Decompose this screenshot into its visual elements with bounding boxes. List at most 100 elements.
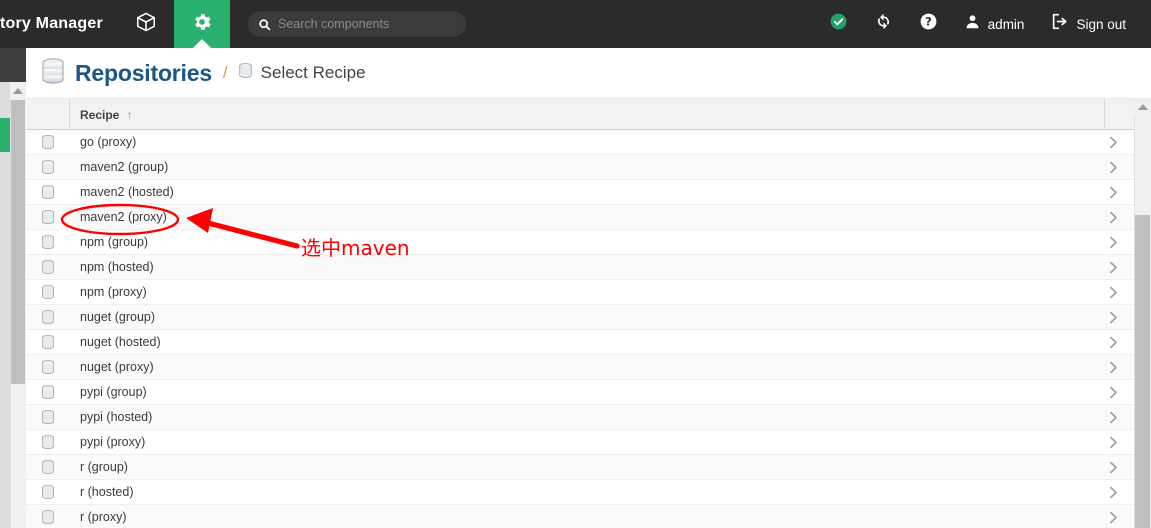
recipe-name: nuget (hosted) xyxy=(80,335,161,349)
database-icon xyxy=(26,384,70,400)
sign-out-label: Sign out xyxy=(1076,16,1126,32)
recipe-table: Recipe ↑ go (proxy) maven2 (group) maven2 … xyxy=(26,98,1151,528)
recipe-name: r (hosted) xyxy=(80,485,134,499)
recipe-name: nuget (proxy) xyxy=(80,360,154,374)
table-header-row: Recipe ↑ xyxy=(26,98,1151,130)
recipe-name: go (proxy) xyxy=(80,135,137,149)
database-icon xyxy=(26,459,70,475)
search-components-field[interactable]: Search components xyxy=(248,11,466,37)
chevron-right-icon[interactable] xyxy=(1096,330,1130,355)
refresh-icon xyxy=(874,12,893,36)
left-dark-stub xyxy=(0,48,26,82)
table-row[interactable]: nuget (hosted) xyxy=(26,330,1134,355)
app-brand-title: tory Manager xyxy=(0,15,103,32)
database-icon xyxy=(26,159,70,175)
table-row[interactable]: maven2 (group) xyxy=(26,155,1134,180)
refresh-button[interactable] xyxy=(861,0,906,48)
breadcrumb: Repositories / Select Recipe xyxy=(26,48,1151,98)
chevron-right-icon[interactable] xyxy=(1096,130,1130,155)
gear-icon xyxy=(191,11,213,38)
column-header-recipe-label: Recipe xyxy=(80,107,120,122)
chevron-right-icon[interactable] xyxy=(1096,480,1130,505)
breadcrumb-leaf: Select Recipe xyxy=(260,63,366,82)
chevron-right-icon[interactable] xyxy=(1096,430,1130,455)
recipe-name: pypi (group) xyxy=(80,385,147,399)
database-icon xyxy=(26,409,70,425)
database-icon xyxy=(26,334,70,350)
chevron-right-icon[interactable] xyxy=(1096,230,1130,255)
table-row[interactable]: go (proxy) xyxy=(26,130,1134,155)
table-row[interactable]: nuget (proxy) xyxy=(26,355,1134,380)
table-row[interactable]: r (proxy) xyxy=(26,505,1134,528)
table-row[interactable]: nuget (group) xyxy=(26,305,1134,330)
nav-admin-button[interactable] xyxy=(174,0,230,48)
table-row[interactable]: maven2 (hosted) xyxy=(26,180,1134,205)
breadcrumb-root[interactable]: Repositories xyxy=(75,60,212,87)
database-icon xyxy=(26,209,70,225)
table-row[interactable]: pypi (hosted) xyxy=(26,405,1134,430)
table-row[interactable]: r (hosted) xyxy=(26,480,1134,505)
chevron-right-icon[interactable] xyxy=(1096,380,1130,405)
left-scrollbar-thumb[interactable] xyxy=(11,100,25,384)
right-scrollbar-thumb[interactable] xyxy=(1135,215,1150,528)
database-icon xyxy=(26,134,70,150)
health-status-button[interactable] xyxy=(816,0,861,48)
table-body: go (proxy) maven2 (group) maven2 (hosted) m… xyxy=(26,130,1134,528)
sign-out-button[interactable]: Sign out xyxy=(1037,0,1139,48)
table-row[interactable]: npm (group) xyxy=(26,230,1134,255)
check-circle-icon xyxy=(829,12,848,36)
chevron-right-icon[interactable] xyxy=(1096,505,1130,528)
table-row[interactable]: maven2 (proxy) xyxy=(26,205,1134,230)
table-row[interactable]: pypi (group) xyxy=(26,380,1134,405)
database-icon xyxy=(26,509,70,525)
triangle-up-icon xyxy=(1137,104,1148,110)
chevron-right-icon[interactable] xyxy=(1096,455,1130,480)
annotation-label: 选中maven xyxy=(301,236,410,260)
app-header: tory Manager Search components ? admin S… xyxy=(0,0,1151,48)
chevron-right-icon[interactable] xyxy=(1096,355,1130,380)
chevron-right-icon[interactable] xyxy=(1096,255,1130,280)
cube-icon xyxy=(135,11,157,38)
search-input-placeholder: Search components xyxy=(278,17,390,31)
table-row[interactable]: npm (hosted) xyxy=(26,255,1134,280)
chevron-right-icon[interactable] xyxy=(1096,180,1130,205)
recipe-name: npm (proxy) xyxy=(80,285,147,299)
chevron-right-icon[interactable] xyxy=(1096,205,1130,230)
table-row[interactable]: r (group) xyxy=(26,455,1134,480)
help-button[interactable]: ? xyxy=(906,0,951,48)
database-icon xyxy=(26,259,70,275)
left-accent-marker xyxy=(0,118,10,152)
user-name-label: admin xyxy=(987,16,1025,32)
right-scrollbar-up-arrow[interactable] xyxy=(1134,98,1151,116)
recipe-name: nuget (group) xyxy=(80,310,156,324)
database-icon xyxy=(26,484,70,500)
user-menu-button[interactable]: admin xyxy=(951,0,1038,48)
chevron-right-icon[interactable] xyxy=(1096,405,1130,430)
recipe-name: pypi (proxy) xyxy=(80,435,146,449)
chevron-right-icon[interactable] xyxy=(1096,155,1130,180)
breadcrumb-separator: / xyxy=(222,63,228,82)
table-row[interactable]: pypi (proxy) xyxy=(26,430,1134,455)
svg-text:?: ? xyxy=(925,15,932,29)
recipe-name: npm (group) xyxy=(80,235,149,249)
table-row[interactable]: npm (proxy) xyxy=(26,280,1134,305)
nav-browse-button[interactable] xyxy=(118,0,174,48)
database-icon xyxy=(26,284,70,300)
header-right-cluster: ? admin Sign out xyxy=(816,0,1151,48)
database-icon xyxy=(26,309,70,325)
recipe-name: maven2 (proxy) xyxy=(80,210,167,224)
database-icon xyxy=(26,184,70,200)
column-header-recipe[interactable]: Recipe ↑ xyxy=(70,99,1105,130)
column-header-icon xyxy=(26,99,70,130)
help-icon: ? xyxy=(919,12,938,36)
breadcrumb-leaf-database-icon xyxy=(238,62,253,84)
recipe-name: r (group) xyxy=(80,460,128,474)
database-icon xyxy=(26,234,70,250)
triangle-up-icon xyxy=(13,88,23,94)
chevron-right-icon[interactable] xyxy=(1096,305,1130,330)
database-icon xyxy=(40,57,66,90)
chevron-right-icon[interactable] xyxy=(1096,280,1130,305)
left-scrollbar-up-arrow[interactable] xyxy=(10,82,26,100)
user-icon xyxy=(964,13,981,35)
database-icon xyxy=(26,359,70,375)
